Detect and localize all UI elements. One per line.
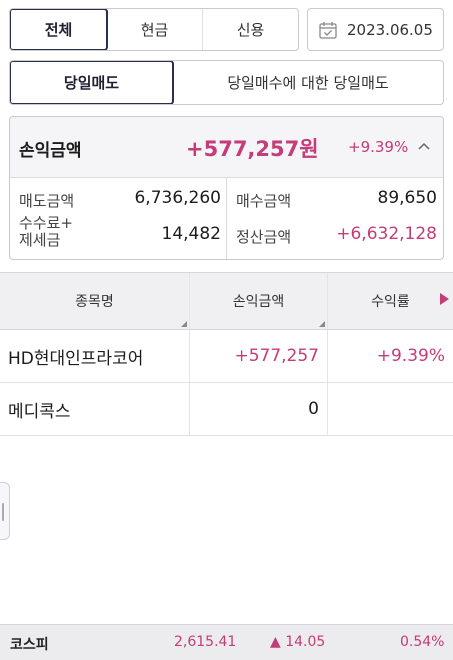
index-name: 코스피: [10, 637, 49, 653]
column-header-pnl[interactable]: 손익금액: [190, 273, 328, 329]
index-ticker-bar[interactable]: 코스피 2,615.41 ▲ 14.05 0.54%: [0, 624, 453, 660]
table-row[interactable]: 메디콕스 0: [0, 383, 453, 436]
stock-rate: [328, 383, 453, 435]
settle-amount-value: +6,632,128: [336, 224, 437, 244]
stock-pnl-table: 종목명 손익금액 수익률 HD현대인프라코어 +577,257 +9.39% 메…: [0, 272, 453, 436]
chevron-up-icon[interactable]: [417, 139, 431, 155]
table-header: 종목명 손익금액 수익률: [0, 272, 453, 330]
pnl-amount: +577,257원: [186, 137, 319, 161]
index-value: 2,615.41: [174, 634, 237, 650]
fee-tax-label: 수수료+ 제세금: [19, 214, 73, 249]
settle-amount-label: 정산금액: [236, 228, 292, 246]
buy-amount-label: 매수금액: [236, 192, 292, 210]
tab-cash[interactable]: 현금: [107, 9, 203, 50]
sort-icon: [319, 321, 325, 327]
column-header-name[interactable]: 종목명: [0, 273, 190, 329]
scroll-right-icon[interactable]: [440, 293, 449, 305]
stock-name: 메디콕스: [0, 383, 190, 435]
index-rate: 0.54%: [400, 634, 445, 650]
account-type-tabs: 전체 현금 신용: [9, 8, 299, 51]
summary-card: 손익금액 +577,257원 +9.39% 매도금액 6,736,260 매수금…: [9, 116, 444, 260]
sell-amount-value: 6,736,260: [134, 188, 221, 208]
fee-tax-value: 14,482: [161, 224, 221, 244]
tab-same-day-sell[interactable]: 당일매도: [10, 61, 174, 104]
tab-same-day-buy-sell[interactable]: 당일매수에 대한 당일매도: [173, 61, 443, 104]
tab-all[interactable]: 전체: [10, 9, 108, 50]
pnl-label: 손익금액: [19, 141, 82, 161]
pnl-rate: +9.39%: [348, 138, 409, 156]
side-drawer-handle[interactable]: [0, 482, 10, 540]
column-header-rate[interactable]: 수익률: [328, 273, 453, 329]
buy-amount-value: 89,650: [377, 188, 437, 208]
stock-name: HD현대인프라코어: [0, 330, 190, 382]
summary-details: 매도금액 6,736,260 매수금액 89,650 수수료+ 제세금 14,4…: [10, 178, 443, 259]
trade-type-tabs: 당일매도 당일매수에 대한 당일매도: [9, 60, 444, 105]
table-row[interactable]: HD현대인프라코어 +577,257 +9.39%: [0, 330, 453, 383]
tab-credit[interactable]: 신용: [203, 9, 298, 50]
stock-pnl: +577,257: [190, 330, 328, 382]
sell-amount-label: 매도금액: [19, 192, 75, 210]
date-value: 2023.06.05: [347, 20, 433, 39]
calendar-icon: [319, 21, 337, 39]
index-change: ▲ 14.05: [270, 634, 326, 650]
divider: [226, 178, 227, 259]
sort-icon: [181, 321, 187, 327]
stock-pnl: 0: [190, 383, 328, 435]
date-picker[interactable]: 2023.06.05: [307, 8, 444, 51]
stock-rate: +9.39%: [376, 346, 445, 366]
summary-header[interactable]: 손익금액 +577,257원 +9.39%: [10, 117, 443, 178]
